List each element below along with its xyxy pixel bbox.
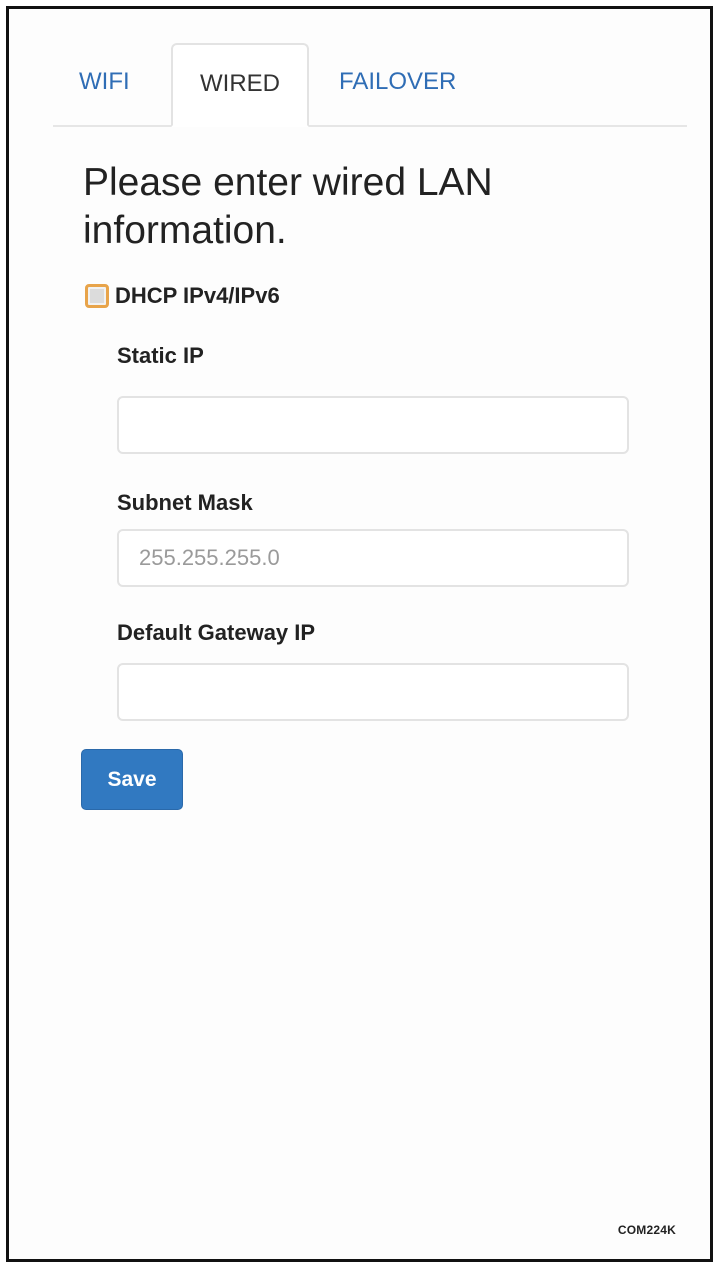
static-ip-label: Static IP [117,343,204,368]
dhcp-checkbox[interactable] [85,284,109,308]
tab-failover[interactable]: FAILOVER [339,43,499,125]
dhcp-label: DHCP IPv4/IPv6 [115,283,280,308]
static-ip-input[interactable] [117,396,629,454]
save-button[interactable]: Save [81,749,183,810]
default-gateway-label: Default Gateway IP [117,620,316,645]
device-frame: WIFI WIRED FAILOVER Please enter wired L… [6,6,713,1262]
page-heading: Please enter wired LAN information. [83,161,493,252]
default-gateway-input[interactable] [117,663,629,721]
tab-wired[interactable]: WIRED [171,43,309,127]
dhcp-option[interactable]: DHCP IPv4/IPv6 [85,279,280,313]
figure-code: COM224K [617,1223,676,1237]
subnet-mask-input[interactable] [117,529,629,587]
tab-bar: WIFI WIRED FAILOVER [53,43,687,127]
subnet-mask-label: Subnet Mask [117,490,253,515]
